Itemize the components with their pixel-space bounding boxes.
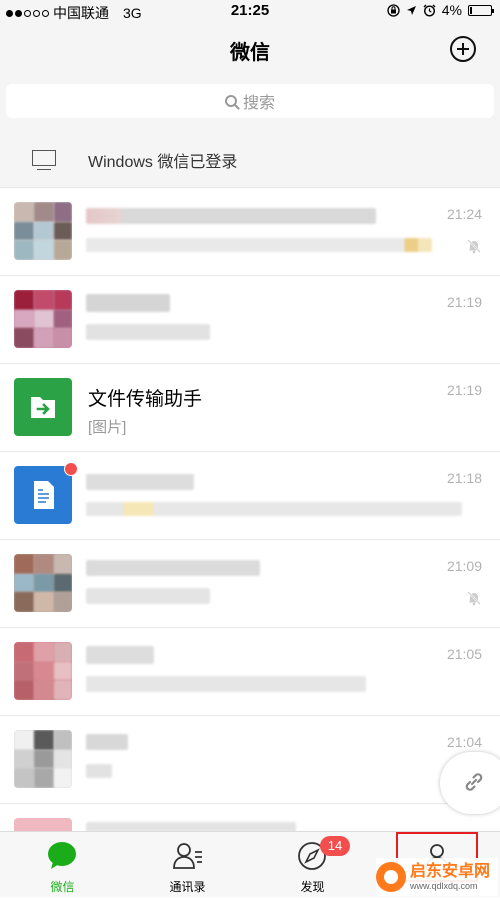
blurred-preview bbox=[86, 502, 462, 516]
tab-contacts[interactable]: 通讯录 bbox=[125, 832, 250, 898]
blurred-name bbox=[86, 734, 128, 750]
avatar bbox=[14, 642, 72, 700]
tab-label: 微信 bbox=[50, 880, 75, 894]
avatar bbox=[14, 202, 72, 260]
blurred-name bbox=[86, 474, 194, 490]
login-notice-text: Windows 微信已登录 bbox=[88, 154, 238, 171]
avatar bbox=[14, 730, 72, 788]
chat-row[interactable] bbox=[0, 804, 500, 834]
chat-row-file-transfer[interactable]: 文件传输助手 [图片] 21:19 bbox=[0, 364, 500, 452]
chat-time: 21:24 bbox=[446, 206, 482, 222]
chat-row[interactable]: 21:19 bbox=[0, 276, 500, 364]
floating-link-button[interactable] bbox=[440, 752, 500, 814]
chat-row[interactable]: 21:18 bbox=[0, 452, 500, 540]
location-icon bbox=[406, 5, 416, 15]
chat-time: 21:19 bbox=[446, 294, 482, 310]
desktop-login-banner[interactable]: Windows 微信已登录 bbox=[0, 128, 500, 188]
search-input[interactable]: 搜索 bbox=[6, 84, 494, 118]
blurred-name bbox=[86, 646, 154, 664]
battery-percent: 4% bbox=[441, 2, 462, 18]
blurred-preview bbox=[86, 238, 432, 252]
mute-bell-icon bbox=[467, 239, 481, 254]
search-area: 搜索 bbox=[0, 78, 500, 128]
chat-name: 文件传输助手 bbox=[88, 389, 203, 410]
folder-arrow-icon bbox=[31, 397, 55, 418]
watermark-main: 启东安卓网 bbox=[410, 862, 491, 880]
unread-dot bbox=[64, 462, 78, 476]
avatar bbox=[14, 466, 72, 524]
blurred-preview bbox=[86, 764, 112, 778]
blurred-name bbox=[86, 208, 376, 224]
chat-preview: [图片] bbox=[88, 419, 127, 436]
chat-time: 21:09 bbox=[446, 558, 482, 574]
search-placeholder: 搜索 bbox=[242, 95, 275, 112]
link-icon bbox=[465, 773, 483, 791]
nav-bar: 微信 bbox=[0, 22, 500, 78]
chat-row[interactable]: 21:24 bbox=[0, 188, 500, 276]
chat-time: 21:05 bbox=[446, 646, 482, 662]
monitor-icon bbox=[32, 150, 56, 170]
document-icon bbox=[34, 481, 54, 509]
status-bar: 中国联通 3G 21:25 4% bbox=[0, 0, 500, 22]
chat-time: 21:04 bbox=[446, 734, 482, 750]
tab-chats[interactable]: 微信 bbox=[0, 832, 125, 898]
watermark-logo-icon bbox=[376, 862, 406, 892]
tab-discover[interactable]: 14 发现 bbox=[250, 832, 375, 898]
watermark-text: 启东安卓网 www.qdlxdq.com bbox=[410, 862, 491, 891]
status-right-group: 4% bbox=[387, 2, 494, 18]
contacts-icon bbox=[173, 843, 202, 869]
chat-row[interactable]: 21:05 bbox=[0, 628, 500, 716]
chat-bubble-icon bbox=[48, 842, 76, 869]
tab-label: 通讯录 bbox=[169, 880, 206, 894]
discover-badge: 14 bbox=[320, 836, 350, 856]
chat-row[interactable]: 21:04 bbox=[0, 716, 500, 804]
chat-time: 21:19 bbox=[446, 382, 482, 398]
search-icon bbox=[224, 95, 237, 107]
rotation-lock-icon bbox=[387, 3, 400, 17]
blurred-preview bbox=[86, 588, 210, 604]
alarm-icon bbox=[423, 4, 436, 17]
watermark-sub: www.qdlxdq.com bbox=[410, 880, 478, 891]
avatar bbox=[14, 554, 72, 612]
chat-time: 21:18 bbox=[446, 470, 482, 486]
battery-icon bbox=[468, 4, 494, 16]
plus-circle-icon[interactable] bbox=[450, 36, 476, 62]
blurred-preview bbox=[86, 324, 210, 340]
mute-bell-icon bbox=[467, 591, 481, 606]
avatar bbox=[14, 290, 72, 348]
site-watermark: 启东安卓网 www.qdlxdq.com bbox=[376, 858, 498, 896]
page-title: 微信 bbox=[230, 42, 270, 64]
blurred-name bbox=[86, 560, 260, 576]
blurred-preview bbox=[86, 676, 366, 692]
blurred-name bbox=[86, 294, 170, 312]
file-transfer-icon bbox=[14, 378, 72, 436]
tab-label: 发现 bbox=[300, 880, 325, 894]
chat-row[interactable]: 21:09 bbox=[0, 540, 500, 628]
